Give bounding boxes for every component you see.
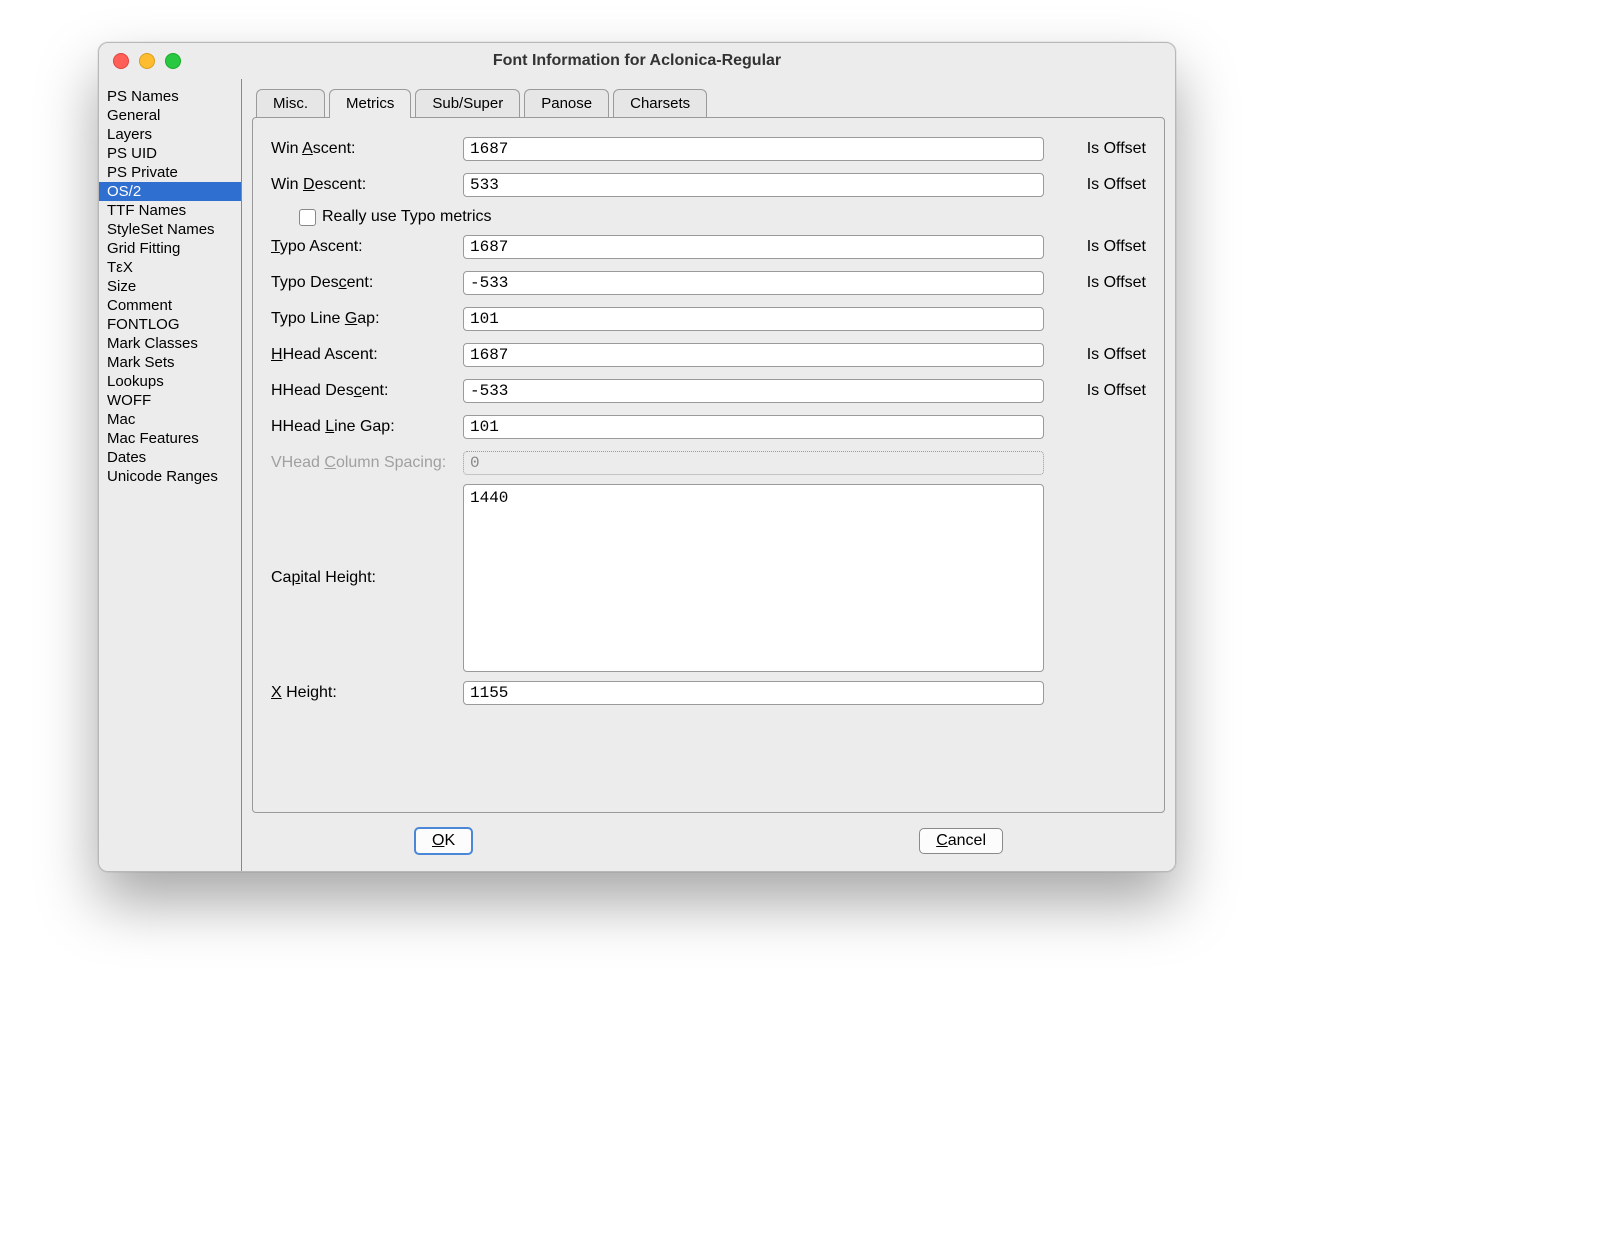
minimize-icon[interactable] xyxy=(139,53,155,69)
input-win-descent[interactable] xyxy=(463,173,1044,197)
traffic-lights xyxy=(113,53,181,69)
sidebar-item-fontlog[interactable]: FONTLOG xyxy=(99,315,241,334)
sidebar-item-mac[interactable]: Mac xyxy=(99,410,241,429)
tab-bar: Misc. Metrics Sub/Super Panose Charsets xyxy=(256,89,711,117)
input-typo-ascent[interactable] xyxy=(463,235,1044,259)
sidebar-item-mac-features[interactable]: Mac Features xyxy=(99,429,241,448)
tab-charsets[interactable]: Charsets xyxy=(613,89,707,117)
row-vhead-col-spacing: VHead Column Spacing: xyxy=(271,448,1146,478)
button-row: OK Cancel xyxy=(242,821,1175,861)
offset-win-descent[interactable]: Is Offset xyxy=(1056,176,1146,194)
row-typo-ascent: Typo Ascent: Is Offset xyxy=(271,232,1146,262)
sidebar-item-mark-classes[interactable]: Mark Classes xyxy=(99,334,241,353)
sidebar-item-ps-uid[interactable]: PS UID xyxy=(99,144,241,163)
label-vhead-col-spacing: VHead Column Spacing: xyxy=(271,454,463,472)
input-vhead-col-spacing xyxy=(463,451,1044,475)
sidebar-item-layers[interactable]: Layers xyxy=(99,125,241,144)
tab-misc[interactable]: Misc. xyxy=(256,89,325,117)
row-hhead-descent: HHead Descent: Is Offset xyxy=(271,376,1146,406)
sidebar-item-os2[interactable]: OS/2 xyxy=(99,182,241,201)
input-typo-descent[interactable] xyxy=(463,271,1044,295)
titlebar: Font Information for Aclonica-Regular xyxy=(99,43,1175,80)
sidebar-item-size[interactable]: Size xyxy=(99,277,241,296)
label-hhead-ascent: HHead Ascent: xyxy=(271,346,463,364)
sidebar-item-lookups[interactable]: Lookups xyxy=(99,372,241,391)
sidebar-item-comment[interactable]: Comment xyxy=(99,296,241,315)
row-win-descent: Win Descent: Is Offset xyxy=(271,170,1146,200)
sidebar: PS Names General Layers PS UID PS Privat… xyxy=(99,79,242,871)
cancel-button[interactable]: Cancel xyxy=(919,828,1003,854)
input-hhead-line-gap[interactable] xyxy=(463,415,1044,439)
tab-panose[interactable]: Panose xyxy=(524,89,609,117)
row-typo-descent: Typo Descent: Is Offset xyxy=(271,268,1146,298)
sidebar-item-general[interactable]: General xyxy=(99,106,241,125)
sidebar-item-ps-names[interactable]: PS Names xyxy=(99,87,241,106)
sidebar-item-grid-fitting[interactable]: Grid Fitting xyxy=(99,239,241,258)
input-hhead-ascent[interactable] xyxy=(463,343,1044,367)
label-really-use-typo: Really use Typo metrics xyxy=(322,208,492,226)
label-typo-line-gap: Typo Line Gap: xyxy=(271,310,463,328)
row-really-use-typo: Really use Typo metrics xyxy=(271,206,1146,228)
checkbox-really-use-typo[interactable] xyxy=(299,209,316,226)
sidebar-item-ttf-names[interactable]: TTF Names xyxy=(99,201,241,220)
label-hhead-descent: HHead Descent: xyxy=(271,382,463,400)
offset-typo-descent[interactable]: Is Offset xyxy=(1056,274,1146,292)
tab-metrics[interactable]: Metrics xyxy=(329,89,411,117)
font-info-window: Font Information for Aclonica-Regular PS… xyxy=(98,42,1176,872)
input-hhead-descent[interactable] xyxy=(463,379,1044,403)
input-x-height[interactable] xyxy=(463,681,1044,705)
offset-typo-ascent[interactable]: Is Offset xyxy=(1056,238,1146,256)
label-hhead-line-gap: HHead Line Gap: xyxy=(271,418,463,436)
label-x-height: X Height: xyxy=(271,684,463,702)
label-win-ascent: Win Ascent: xyxy=(271,140,463,158)
offset-hhead-ascent[interactable]: Is Offset xyxy=(1056,346,1146,364)
sidebar-item-mark-sets[interactable]: Mark Sets xyxy=(99,353,241,372)
ok-button[interactable]: OK xyxy=(414,827,473,855)
row-win-ascent: Win Ascent: Is Offset xyxy=(271,134,1146,164)
row-x-height: X Height: xyxy=(271,678,1146,708)
sidebar-item-tex[interactable]: TεX xyxy=(99,258,241,277)
offset-win-ascent[interactable]: Is Offset xyxy=(1056,140,1146,158)
sidebar-item-styleset-names[interactable]: StyleSet Names xyxy=(99,220,241,239)
zoom-icon[interactable] xyxy=(165,53,181,69)
sidebar-item-woff[interactable]: WOFF xyxy=(99,391,241,410)
input-win-ascent[interactable] xyxy=(463,137,1044,161)
label-typo-descent: Typo Descent: xyxy=(271,274,463,292)
label-win-descent: Win Descent: xyxy=(271,176,463,194)
window-body: PS Names General Layers PS UID PS Privat… xyxy=(99,79,1175,871)
sidebar-item-unicode-ranges[interactable]: Unicode Ranges xyxy=(99,467,241,486)
row-hhead-ascent: HHead Ascent: Is Offset xyxy=(271,340,1146,370)
row-typo-line-gap: Typo Line Gap: xyxy=(271,304,1146,334)
input-typo-line-gap[interactable] xyxy=(463,307,1044,331)
tab-subsuper[interactable]: Sub/Super xyxy=(415,89,520,117)
offset-hhead-descent[interactable]: Is Offset xyxy=(1056,382,1146,400)
window-title: Font Information for Aclonica-Regular xyxy=(99,52,1175,70)
close-icon[interactable] xyxy=(113,53,129,69)
row-hhead-line-gap: HHead Line Gap: xyxy=(271,412,1146,442)
input-capital-height[interactable] xyxy=(463,484,1044,672)
sidebar-item-dates[interactable]: Dates xyxy=(99,448,241,467)
label-typo-ascent: Typo Ascent: xyxy=(271,238,463,256)
main-panel: Misc. Metrics Sub/Super Panose Charsets … xyxy=(242,79,1175,871)
sidebar-item-ps-private[interactable]: PS Private xyxy=(99,163,241,182)
metrics-panel: Win Ascent: Is Offset Win Descent: Is Of… xyxy=(252,117,1165,813)
row-capital-height: Capital Height: xyxy=(271,484,1146,672)
label-capital-height: Capital Height: xyxy=(271,569,463,587)
